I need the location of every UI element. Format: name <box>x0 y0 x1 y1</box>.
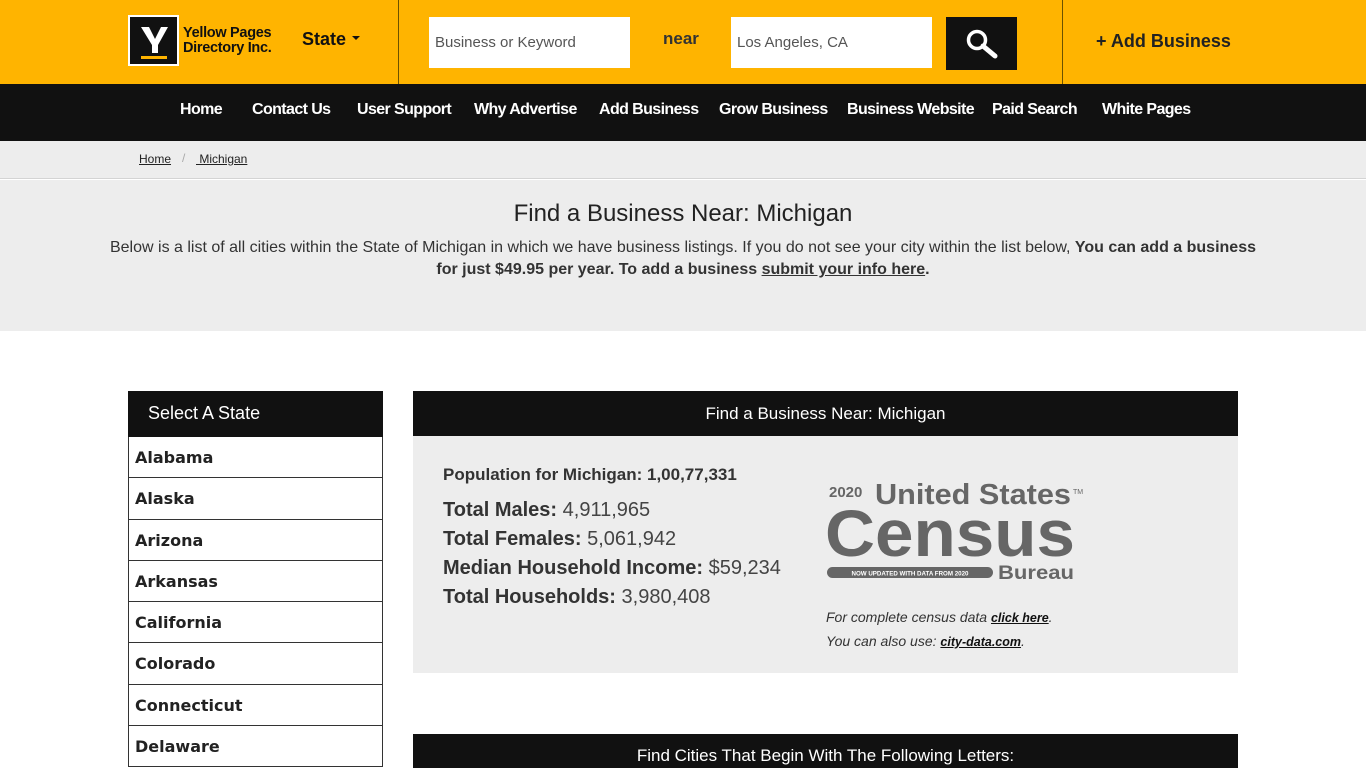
households-stat: Total Households: 3,980,408 <box>443 586 711 609</box>
census-logo-line2: Census <box>825 496 1075 570</box>
income-stat: Median Household Income: $59,234 <box>443 557 781 580</box>
population-label: Population for Michigan: <box>443 465 643 484</box>
logo-text: Yellow Pages Directory Inc. <box>183 24 272 56</box>
intro-section: Find a Business Near: Michigan Below is … <box>0 180 1366 331</box>
intro-end: . <box>925 261 930 278</box>
census-note-1: For complete census data click here. <box>826 609 1053 625</box>
caret-down-icon <box>352 36 361 41</box>
households-value: 3,980,408 <box>621 586 711 608</box>
state-item-arizona[interactable]: Arizona <box>128 519 383 561</box>
census-note-2-text: You can also use: <box>826 633 941 649</box>
population-line: Population for Michigan: 1,00,77,331 <box>443 465 737 485</box>
population-value: 1,00,77,331 <box>647 465 737 484</box>
income-label: Median Household Income: <box>443 557 704 579</box>
state-item-colorado[interactable]: Colorado <box>128 643 383 685</box>
breadcrumb-home[interactable]: Home <box>139 152 171 166</box>
state-dropdown-label: State <box>302 29 347 49</box>
nav-contact-us[interactable]: Contact Us <box>252 101 331 119</box>
nav-grow-business[interactable]: Grow Business <box>719 101 828 119</box>
state-item-arkansas[interactable]: Arkansas <box>128 560 383 603</box>
census-panel-heading: Find a Business Near: Michigan <box>413 391 1238 436</box>
nav-business-website[interactable]: Business Website <box>847 101 975 119</box>
page-title: Find a Business Near: Michigan <box>513 200 853 227</box>
nav-home[interactable]: Home <box>180 101 223 119</box>
census-note-2: You can also use: city-data.com. <box>826 633 1025 649</box>
census-logo-bureau: Bureau <box>998 563 1074 584</box>
search-button[interactable] <box>946 17 1017 70</box>
females-stat: Total Females: 5,061,942 <box>443 528 676 551</box>
census-logo-banner: NOW UPDATED WITH DATA FROM 2020 <box>852 571 970 578</box>
state-item-alabama[interactable]: Alabama <box>128 437 383 479</box>
site-logo[interactable]: Yellow Pages Directory Inc. <box>128 15 278 66</box>
header-divider <box>1062 0 1063 84</box>
state-sidebar: Select A State Alabama Alaska Arizona Ar… <box>128 391 383 768</box>
census-bureau-logo: 2020 United States TM Census NOW UPDATED… <box>825 479 1083 584</box>
nav-add-business[interactable]: Add Business <box>599 101 699 119</box>
state-dropdown[interactable]: State <box>302 29 361 50</box>
business-keyword-input[interactable] <box>429 17 630 68</box>
census-click-here-link[interactable]: click here <box>991 611 1049 625</box>
census-note-2-end: . <box>1021 633 1025 649</box>
census-panel: Population for Michigan: 1,00,77,331 Tot… <box>413 436 1238 673</box>
nav-why-advertise[interactable]: Why Advertise <box>474 101 577 119</box>
logo-line-2: Directory Inc. <box>183 39 272 56</box>
logo-line-1: Yellow Pages <box>183 24 272 41</box>
cities-heading: Find Cities That Begin With The Followin… <box>413 734 1238 768</box>
males-stat: Total Males: 4,911,965 <box>443 499 650 522</box>
near-label: near <box>663 29 699 48</box>
city-data-link[interactable]: city-data.com <box>940 635 1021 649</box>
females-label: Total Females: <box>443 528 582 550</box>
magnifier-icon <box>966 29 997 58</box>
males-label: Total Males: <box>443 499 558 521</box>
females-value: 5,061,942 <box>587 528 677 550</box>
intro-text: Below is a list of all cities within the… <box>108 237 1258 281</box>
census-note-1-text: For complete census data <box>826 609 991 625</box>
nav-white-pages[interactable]: White Pages <box>1102 101 1191 119</box>
submit-info-link[interactable]: submit your info here <box>762 261 926 278</box>
males-value: 4,911,965 <box>562 499 651 521</box>
census-note-1-end: . <box>1048 609 1053 625</box>
sidebar-title: Select A State <box>128 391 383 437</box>
state-item-delaware[interactable]: Delaware <box>128 726 383 768</box>
main-nav: Home Contact Us User Support Why Adverti… <box>0 84 1366 141</box>
nav-paid-search[interactable]: Paid Search <box>992 101 1078 119</box>
breadcrumb-separator: / <box>182 151 186 165</box>
state-item-alaska[interactable]: Alaska <box>128 478 383 520</box>
state-item-connecticut[interactable]: Connecticut <box>128 684 383 727</box>
income-value: $59,234 <box>708 557 781 579</box>
nav-user-support[interactable]: User Support <box>357 101 452 119</box>
state-item-california[interactable]: California <box>128 602 383 644</box>
add-business-link[interactable]: + Add Business <box>1096 31 1231 52</box>
census-logo-tm: TM <box>1073 489 1083 496</box>
breadcrumb-current[interactable]: Michigan <box>196 152 247 166</box>
header-divider <box>398 0 399 84</box>
top-header: Yellow Pages Directory Inc. State near +… <box>0 0 1366 84</box>
intro-body: Below is a list of all cities within the… <box>109 239 1075 256</box>
households-label: Total Households: <box>443 586 616 608</box>
location-input[interactable] <box>731 17 932 68</box>
breadcrumb: Home / Michigan <box>0 141 1366 179</box>
walking-fingers-logo-icon <box>128 15 179 66</box>
